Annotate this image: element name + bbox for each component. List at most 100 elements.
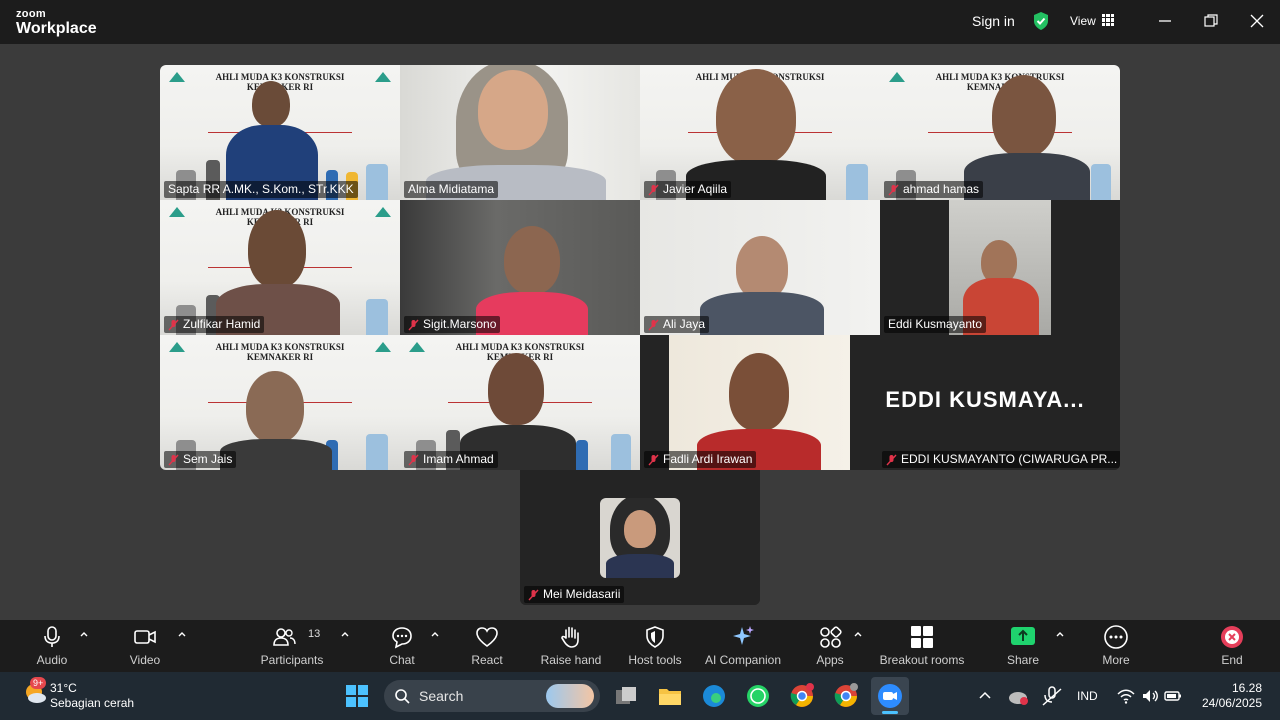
raise-hand-button[interactable]: Raise hand: [536, 620, 606, 672]
sign-in-button[interactable]: Sign in: [972, 13, 1015, 29]
edge-browser-icon[interactable]: [700, 682, 728, 710]
brand-top: zoom: [16, 8, 46, 20]
breakout-rooms-button[interactable]: Breakout rooms: [872, 620, 972, 672]
participant-video: [949, 200, 1051, 335]
participant-name: Eddi Kusmayanto: [884, 316, 987, 333]
video-camera-icon: [134, 630, 156, 644]
microphone-tray-icon[interactable]: [1040, 684, 1064, 708]
muted-mic-icon: [648, 319, 659, 330]
ai-companion-button[interactable]: AI Companion: [698, 620, 788, 672]
muted-mic-icon: [648, 454, 659, 465]
participant-name: Alma Midiatama: [404, 181, 499, 198]
zoom-logo: zoom Workplace: [16, 9, 97, 37]
windows-start-icon[interactable]: [343, 682, 371, 710]
apps-icon: [820, 626, 842, 648]
title-bar: zoom Workplace Sign in View: [0, 0, 1280, 44]
show-hidden-icons-caret-icon[interactable]: [978, 690, 992, 700]
zoom-taskbar-active[interactable]: [871, 677, 909, 715]
more-options-icon: [1104, 625, 1128, 649]
view-button[interactable]: View: [1070, 14, 1096, 28]
participant-name-placeholder: EDDI KUSMAYA...: [885, 387, 1085, 412]
speaker-icon[interactable]: [1140, 686, 1160, 706]
grid-icon[interactable]: [1102, 14, 1114, 26]
breakout-rooms-grid-icon: [911, 626, 933, 648]
host-tools-button[interactable]: Host tools: [620, 620, 690, 672]
apps-options-caret-icon[interactable]: [853, 630, 863, 638]
muted-mic-icon: [888, 184, 899, 195]
input-language[interactable]: IND: [1077, 689, 1098, 703]
participant-name: Sapta RR A.MK., S.Kom., STr.KKK: [164, 181, 358, 198]
more-button[interactable]: More: [1091, 620, 1141, 672]
participant-name: EDDI KUSMAYANTO (CIWARUGA PR...: [882, 451, 1120, 468]
participants-options-caret-icon[interactable]: [340, 630, 350, 638]
participant-video: [488, 353, 544, 425]
participant-name: Mei Meidasarii: [524, 586, 625, 603]
chrome-profile-icon[interactable]: [832, 682, 860, 710]
video-tile-sem[interactable]: AHLI MUDA K3 KONSTRUKSI KEMNAKER RI Sem J…: [160, 335, 400, 470]
share-options-caret-icon[interactable]: [1055, 630, 1065, 638]
participant-name: Sigit.Marsono: [404, 316, 501, 333]
task-view-icon[interactable]: [612, 682, 640, 710]
participant-video: [669, 335, 850, 470]
end-meeting-button[interactable]: End: [1207, 620, 1257, 672]
video-tile-sigit[interactable]: Sigit.Marsono: [400, 200, 640, 335]
muted-mic-icon: [648, 184, 659, 195]
taskbar-clock[interactable]: 16.28 24/06/2025: [1202, 681, 1262, 711]
video-options-caret-icon[interactable]: [177, 630, 187, 638]
windows-taskbar: 9+ 31°C Sebagian cerah Search IND 16.28 24…: [0, 672, 1280, 720]
participant-name: Zulfikar Hamid: [164, 316, 265, 333]
participants-icon: [273, 628, 296, 646]
participant-video: [716, 69, 796, 165]
participant-video: [992, 75, 1056, 157]
video-tile-alma-active-speaker[interactable]: Alma Midiatama: [400, 65, 640, 200]
audio-button[interactable]: Audio: [22, 620, 82, 672]
weather-text[interactable]: 31°C Sebagian cerah: [50, 681, 134, 711]
video-tile-eddi[interactable]: Eddi Kusmayanto: [880, 200, 1120, 335]
search-highlight-image: [546, 684, 594, 708]
sparkle-icon: [733, 626, 754, 645]
chat-bubble-icon: [392, 627, 412, 649]
video-tile-ali[interactable]: Ali Jaya: [640, 200, 880, 335]
wifi-icon[interactable]: [1116, 686, 1136, 706]
raise-hand-icon: [561, 626, 579, 648]
zoom-app-icon: [878, 684, 902, 708]
video-tile-eddi-2[interactable]: EDDI KUSMAYA... EDDI KUSMAYANTO (CIWARUG…: [850, 335, 1120, 470]
video-tile-fadli[interactable]: Fadli Ardi Irawan: [640, 335, 850, 470]
chat-options-caret-icon[interactable]: [430, 630, 440, 638]
apps-button[interactable]: Apps: [805, 620, 855, 672]
restore-icon[interactable]: [1202, 12, 1220, 30]
cloud-sync-icon[interactable]: [1006, 684, 1030, 708]
share-button[interactable]: Share: [998, 620, 1048, 672]
taskbar-search[interactable]: Search: [384, 680, 600, 712]
end-call-icon: [1221, 626, 1243, 648]
video-button[interactable]: Video: [115, 620, 175, 672]
muted-mic-icon: [408, 454, 419, 465]
video-tile-javier[interactable]: AHLI MUDA K3 KONSTRUKSI Javier Aqiila: [640, 65, 880, 200]
muted-mic-icon: [886, 454, 897, 465]
weather-badge: 9+: [30, 677, 47, 689]
video-tile-sapta[interactable]: AHLI MUDA K3 KONSTRUKSIKEMNAKER RI Sapta…: [160, 65, 400, 200]
muted-mic-icon: [168, 319, 179, 330]
file-explorer-icon[interactable]: [656, 682, 684, 710]
whatsapp-icon[interactable]: [744, 682, 772, 710]
chat-button[interactable]: Chat: [377, 620, 427, 672]
audio-options-caret-icon[interactable]: [79, 630, 89, 638]
participant-name: Sem Jais: [164, 451, 237, 468]
minimize-icon[interactable]: [1156, 12, 1174, 30]
video-tile-zulfikar[interactable]: AHLI MUDA K3 KONSTRUKSIKEMNAKER RI Zulfi…: [160, 200, 400, 335]
participants-button[interactable]: 13 Participants: [252, 620, 332, 672]
participant-name: Fadli Ardi Irawan: [644, 451, 757, 468]
video-tile-ahmad[interactable]: AHLI MUDA K3 KONSTRUKSIKEMNAKER RI ahmad…: [880, 65, 1120, 200]
video-tile-imam[interactable]: AHLI MUDA K3 KONSTRUKSIKEMNAKER RI Imam …: [400, 335, 640, 470]
participant-video: [736, 236, 788, 300]
search-icon: [395, 689, 410, 704]
battery-icon[interactable]: [1163, 686, 1183, 706]
shield-check-icon[interactable]: [1032, 11, 1050, 31]
chrome-icon[interactable]: [788, 682, 816, 710]
participant-name: ahmad hamas: [884, 181, 984, 198]
close-icon[interactable]: [1248, 12, 1266, 30]
muted-mic-icon: [528, 589, 539, 600]
video-tile-mei[interactable]: Mei Meidasarii: [520, 470, 760, 605]
react-button[interactable]: React: [462, 620, 512, 672]
participant-name: Javier Aqiila: [644, 181, 732, 198]
